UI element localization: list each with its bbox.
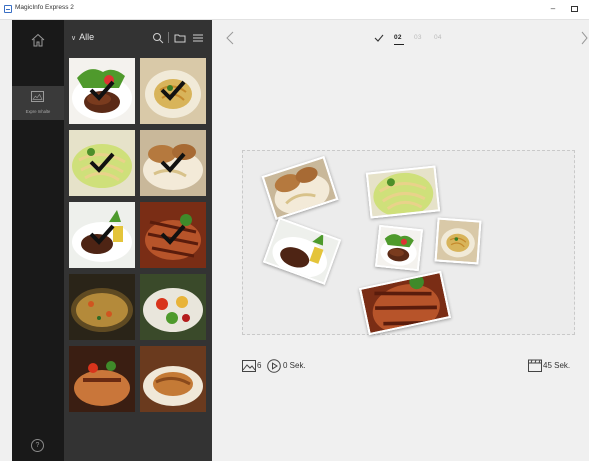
collage-photo-bread-plate xyxy=(261,155,339,221)
checkmark-icon xyxy=(160,152,186,173)
step-03[interactable]: 03 xyxy=(414,34,422,41)
help-button[interactable]: ? xyxy=(31,439,44,452)
checkmark-icon xyxy=(374,34,384,42)
chevron-down-icon: ∨ xyxy=(71,35,77,42)
nav-item-label: Expre Inhalte xyxy=(25,109,51,114)
step-04[interactable]: 04 xyxy=(434,34,442,41)
thumbnail-pasta-salad[interactable] xyxy=(69,130,135,196)
list-view-icon[interactable] xyxy=(192,32,204,44)
search-icon[interactable] xyxy=(152,32,164,44)
checkmark-icon xyxy=(160,224,186,245)
nav-item-express-content[interactable]: Expre Inhalte xyxy=(12,86,64,120)
play-circle-icon[interactable] xyxy=(267,359,281,373)
app-window: MagicInfo Express 2 – Expre Inhalte ? ∨ A… xyxy=(0,0,589,461)
window-title: MagicInfo Express 2 xyxy=(15,4,74,11)
collage-photo-steak-plate xyxy=(262,217,342,285)
thumbnail-roast-dish[interactable] xyxy=(140,346,206,412)
clapperboard-icon xyxy=(528,359,542,372)
gallery-header: ∨ Alle xyxy=(64,20,212,58)
home-icon[interactable] xyxy=(30,32,46,48)
folder-icon[interactable] xyxy=(174,32,186,44)
filter-label: Alle xyxy=(79,32,95,42)
collage-preview xyxy=(242,150,575,336)
title-bar: MagicInfo Express 2 – xyxy=(0,0,589,20)
collage-photo-pasta-bowl xyxy=(434,217,482,265)
checkmark-icon xyxy=(89,152,115,173)
image-icon xyxy=(31,91,44,102)
checkmark-icon xyxy=(89,224,115,245)
collage-photo-pasta-salad xyxy=(365,165,441,219)
thumbnail-steak-salad[interactable] xyxy=(69,58,135,124)
previous-arrow-icon[interactable] xyxy=(224,30,236,46)
thumbnail-vegetable-salad[interactable] xyxy=(140,274,206,340)
minimize-button[interactable]: – xyxy=(546,3,560,15)
per-image-duration[interactable]: 0 Sek. xyxy=(283,361,306,370)
maximize-button[interactable] xyxy=(567,3,581,15)
collage-photo-grilled-meat xyxy=(358,270,452,336)
food-photo xyxy=(69,274,135,340)
food-photo xyxy=(140,346,206,412)
thumbnail-bread-plate[interactable] xyxy=(140,130,206,196)
collage-photo-steak-salad xyxy=(374,224,424,272)
filter-dropdown[interactable]: ∨ Alle xyxy=(71,32,94,42)
thumbnail-steak-plate[interactable] xyxy=(69,202,135,268)
thumbnail-grilled-meat[interactable] xyxy=(140,202,206,268)
thumbnail-pasta-bowl[interactable] xyxy=(140,58,206,124)
maximize-icon xyxy=(570,6,578,12)
food-photo xyxy=(69,346,135,412)
app-logo-icon xyxy=(4,5,12,13)
editor-area: 02 03 04 6 0 Sek. 45 Sek. xyxy=(212,20,589,461)
thumbnail-bbq-dish[interactable] xyxy=(69,346,135,412)
thumbnail-paella-pan[interactable] xyxy=(69,274,135,340)
food-photo xyxy=(140,274,206,340)
toolbar-divider xyxy=(168,32,169,43)
next-arrow-icon[interactable] xyxy=(580,30,589,46)
checkmark-icon xyxy=(160,80,186,101)
media-gallery: ∨ Alle xyxy=(64,20,212,461)
step-02[interactable]: 02 xyxy=(394,34,404,45)
image-count: 6 xyxy=(257,361,262,370)
image-count-icon xyxy=(242,360,256,372)
total-duration: 45 Sek. xyxy=(543,361,571,370)
left-navigation: Expre Inhalte ? xyxy=(12,20,64,461)
checkmark-icon xyxy=(89,80,115,101)
